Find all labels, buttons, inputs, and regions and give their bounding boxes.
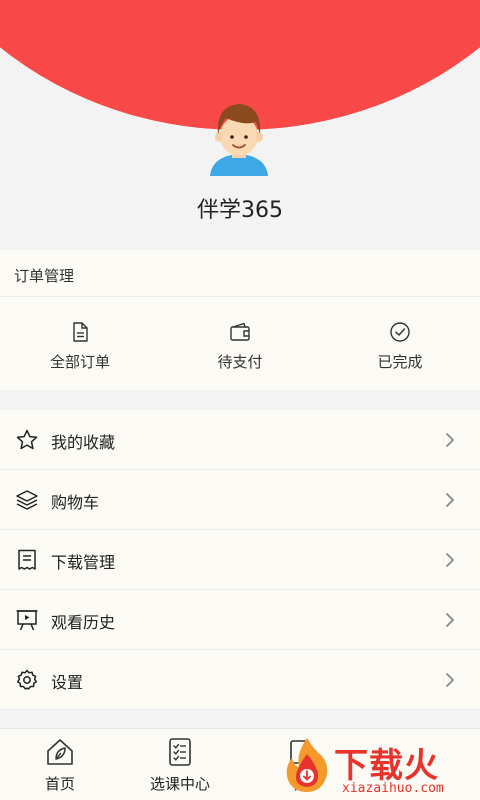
presentation-icon [16, 610, 38, 631]
flame-logo-icon [286, 738, 328, 792]
order-management-card: 订单管理 全部订单 待支付 已完成 [0, 250, 480, 390]
tab-label: 选课中心 [149, 775, 210, 793]
watermark-text: 下载火 [334, 746, 439, 786]
menu-item-label: 我的收藏 [51, 433, 116, 452]
menu-list: 我的收藏 购物车 下载管理 观看历史 设置 [0, 410, 480, 710]
chevron-right-icon [446, 493, 454, 507]
order-management-title: 订单管理 [14, 267, 75, 285]
username: 伴学365 [197, 198, 283, 223]
watermark-url: xiazaihuo.com [342, 781, 444, 796]
tab-course-center[interactable]: 选课中心 [120, 729, 240, 800]
avatar[interactable] [208, 100, 270, 180]
chevron-right-icon [446, 553, 454, 567]
order-all-button[interactable]: 全部订单 [0, 297, 160, 390]
menu-item-favorites[interactable]: 我的收藏 [0, 410, 480, 470]
layers-icon [16, 490, 38, 510]
order-unpaid-button[interactable]: 待支付 [160, 297, 320, 390]
check-circle-icon [390, 322, 410, 342]
order-completed-label: 已完成 [377, 353, 423, 371]
menu-item-cart[interactable]: 购物车 [0, 470, 480, 530]
gear-icon [16, 669, 38, 690]
profile-header: 伴学365 [0, 0, 480, 250]
menu-item-label: 下载管理 [51, 553, 116, 572]
order-all-label: 全部订单 [49, 353, 110, 371]
order-unpaid-label: 待支付 [217, 353, 263, 371]
receipt-icon [18, 549, 36, 570]
chevron-right-icon [446, 613, 454, 627]
tab-label: 首页 [44, 775, 75, 793]
menu-item-settings[interactable]: 设置 [0, 650, 480, 710]
star-icon [16, 429, 38, 450]
chevron-right-icon [446, 673, 454, 687]
chevron-right-icon [446, 433, 454, 447]
menu-item-downloads[interactable]: 下载管理 [0, 530, 480, 590]
menu-item-label: 设置 [51, 673, 84, 692]
menu-item-history[interactable]: 观看历史 [0, 590, 480, 650]
order-completed-button[interactable]: 已完成 [320, 297, 480, 390]
watermark: 下载火 xiazaihuo.com [282, 734, 480, 800]
checklist-icon [169, 738, 191, 766]
wallet-icon [230, 322, 250, 341]
document-icon [73, 322, 88, 342]
menu-item-label: 观看历史 [51, 613, 116, 632]
home-icon [47, 739, 73, 765]
tab-home[interactable]: 首页 [0, 729, 120, 800]
menu-item-label: 购物车 [51, 493, 100, 512]
